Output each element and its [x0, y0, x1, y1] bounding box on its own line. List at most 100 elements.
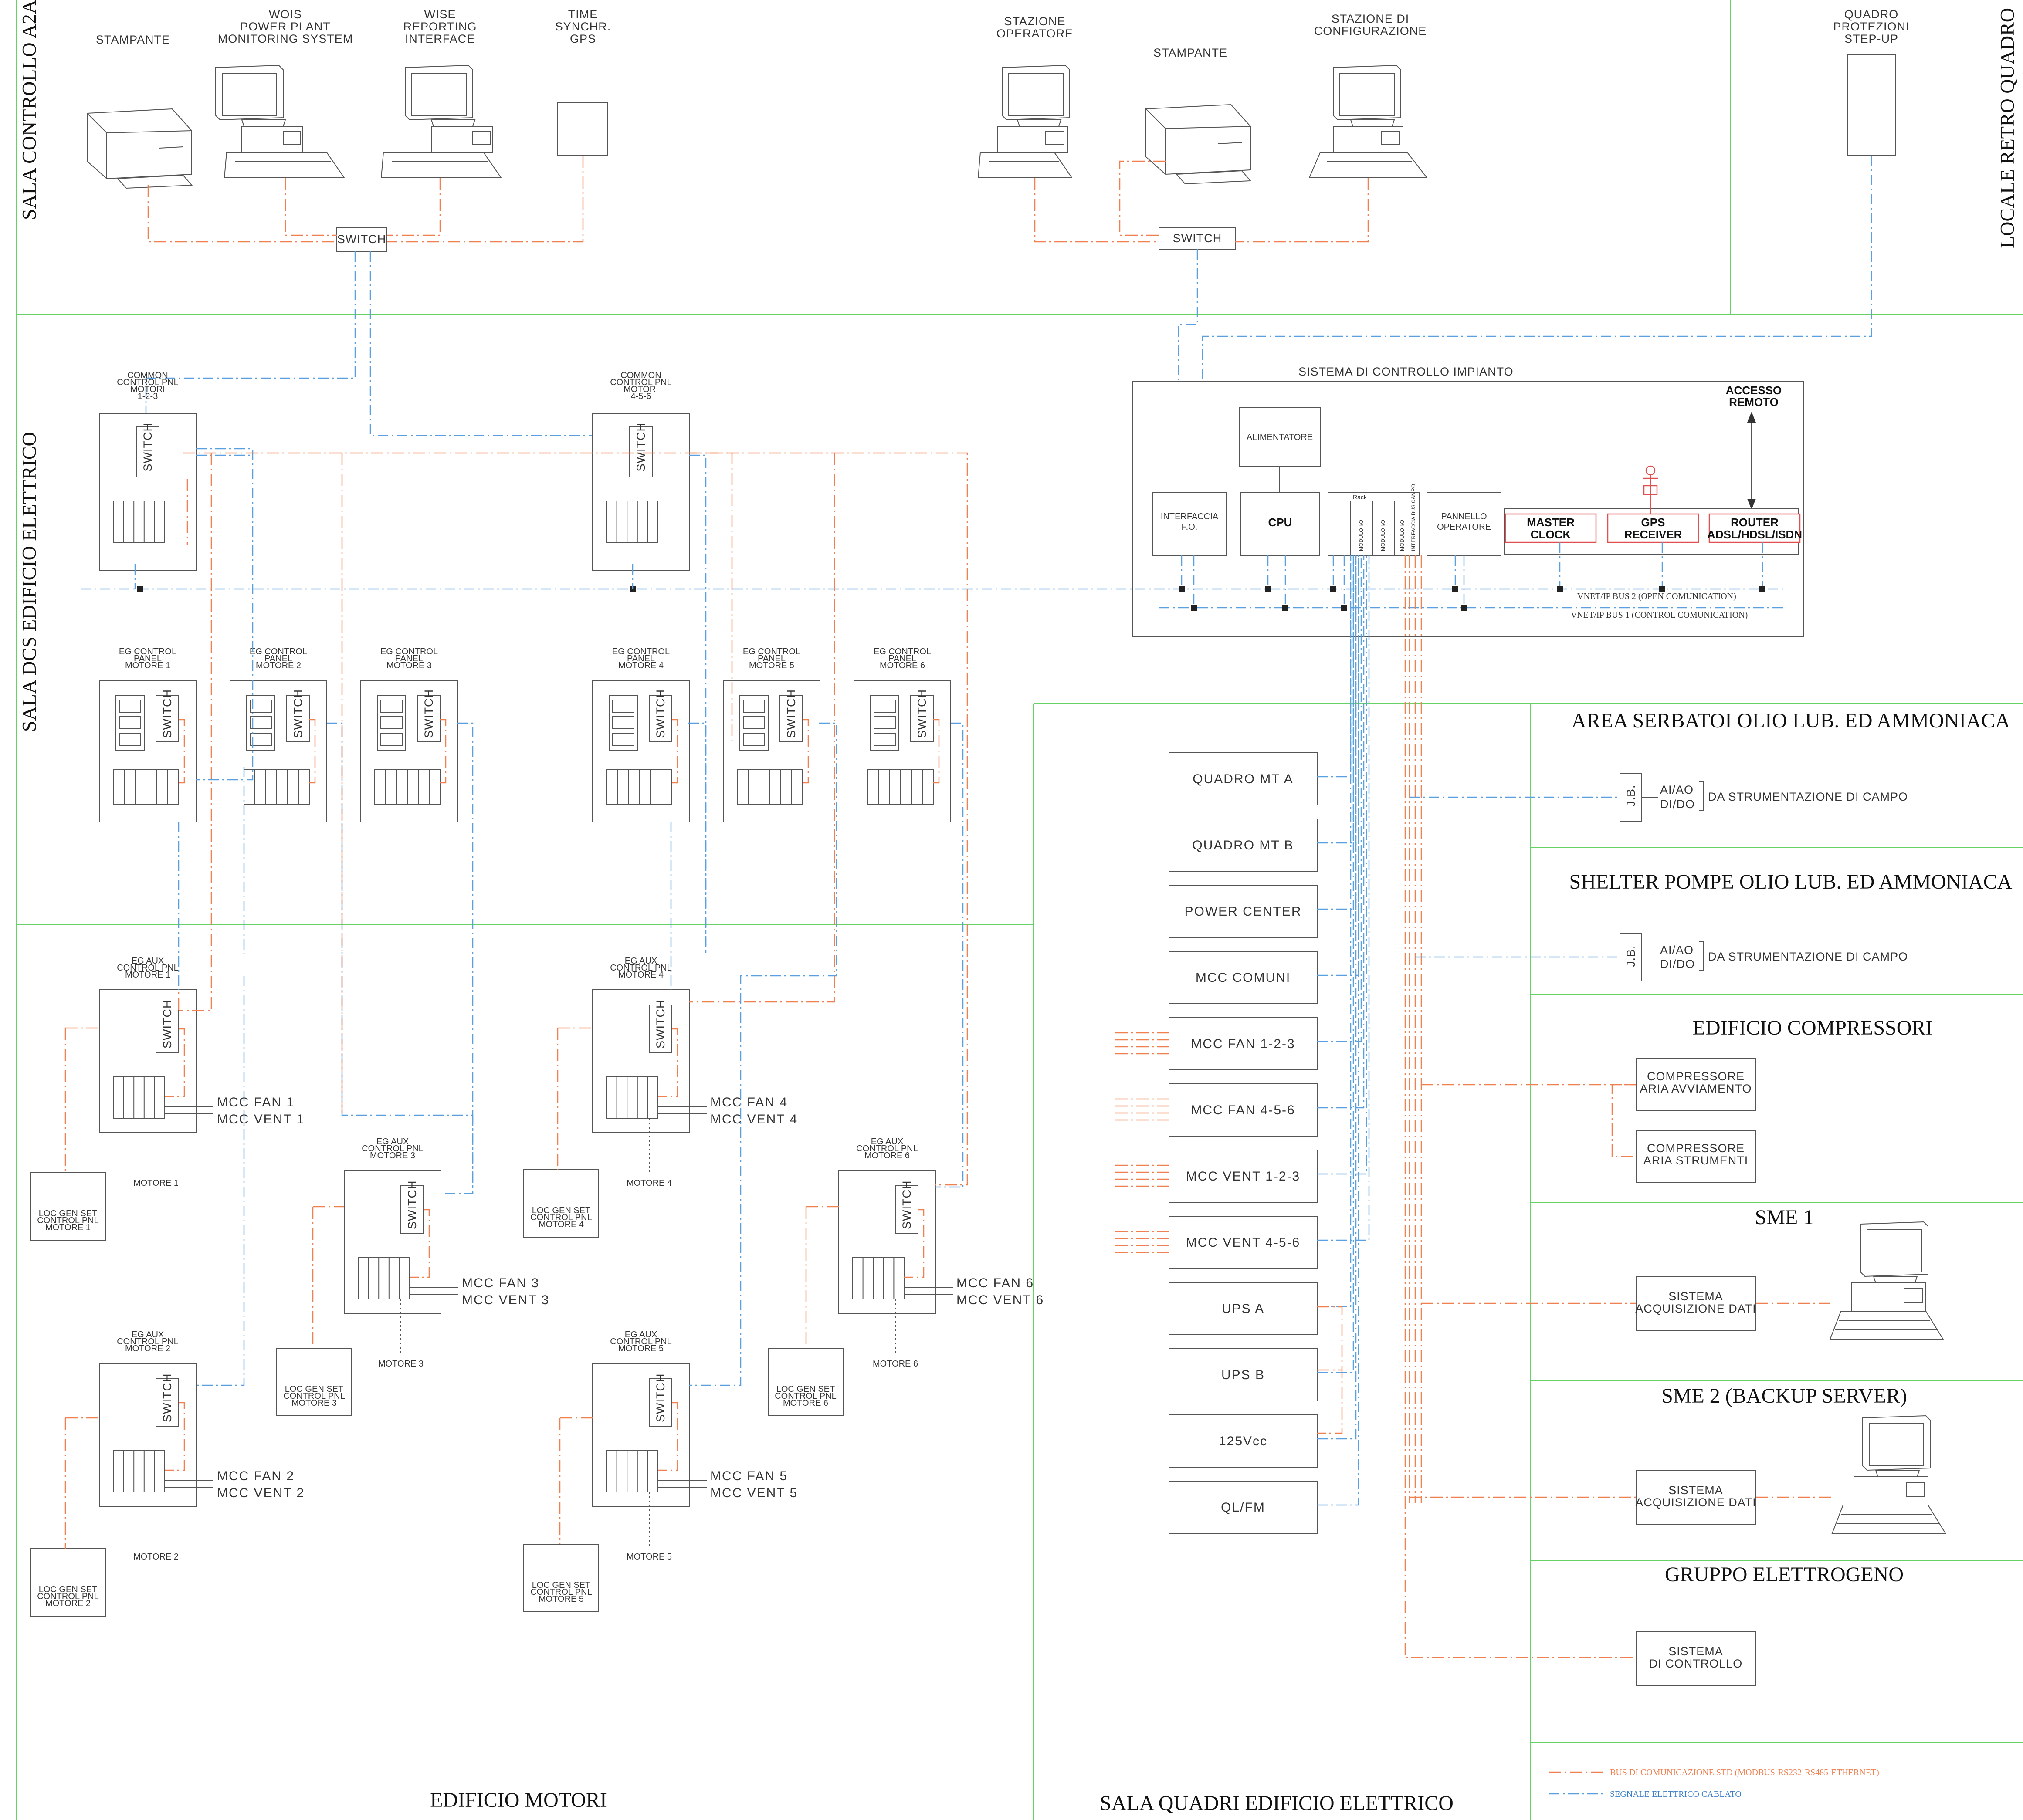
zone-title-edificio-motori: EDIFICIO MOTORI [430, 1789, 607, 1812]
mcc-fan-label: MCC FAN 5 [710, 1469, 788, 1483]
mcc-fan-label: MCC FAN 6 [956, 1276, 1034, 1290]
panel-label: MOTORE 6 [880, 661, 925, 670]
eg-aux-panel: SWITCHEG AUXCONTROL PNLMOTORE 3MOTORE 3M… [344, 1137, 549, 1369]
switchgear-label: MCC VENT 1-2-3 [1186, 1169, 1301, 1184]
panel-label: 1-2-3 [138, 392, 158, 401]
rack-module-label: INTERFACCIA BUS CAMPO [1410, 484, 1416, 551]
switch-box: SWITCH [400, 1181, 424, 1234]
switch-box: SWITCH [649, 1000, 672, 1053]
rack-module-label: MODULO I/O [1380, 520, 1386, 551]
io-rack [113, 1076, 165, 1119]
panel-label: MOTORE 1 [125, 970, 170, 980]
switch-box: SWITCH [649, 1373, 672, 1427]
common-control-panel: SWITCHCOMMONCONTROL PNLMOTORI4-5-6 [592, 371, 690, 571]
bus-connector [1557, 586, 1563, 592]
panel-label: 4-5-6 [631, 392, 651, 401]
sme2-label-1: SISTEMA [1668, 1484, 1723, 1497]
switch-label: SWITCH [422, 689, 435, 738]
switch-box: SWITCH [629, 423, 653, 477]
loc-gen-set-panel: LOC GEN SETCONTROL PNLMOTORE 2 [30, 1548, 106, 1617]
switch-label: SWITCH [141, 423, 154, 471]
panel-label: MOTORE 3 [386, 661, 432, 670]
comp-str-label-2: ARIA STRUMENTI [1643, 1154, 1749, 1167]
common-control-panel: SWITCHCOMMONCONTROL PNLMOTORI1-2-3 [99, 371, 197, 571]
eg-aux-panel: SWITCHEG AUXCONTROL PNLMOTORE 4MOTORE 4M… [592, 956, 798, 1188]
switch-label: SWITCH [634, 423, 647, 471]
cpu-label: CPU [1268, 516, 1292, 529]
printer-label-2: STAMPANTE [1153, 46, 1227, 59]
zone-borders [16, 0, 2023, 1820]
printer-icon [87, 108, 193, 189]
zone-title-edificio-compressori: EDIFICIO COMPRESSORI [1693, 1016, 1933, 1039]
bus-connector [137, 586, 143, 592]
workstation-icon [1829, 1221, 1944, 1340]
stazione-op-label-2: OPERATORE [996, 27, 1073, 40]
accesso-label-1: ACCESSO [1726, 384, 1782, 397]
eg-control-panel: SWITCHEG CONTROLPANELMOTORE 1 [99, 647, 197, 822]
rack-module-label: MODULO I/O [1399, 520, 1405, 551]
wire [1317, 555, 1359, 1506]
comp-str-label-1: COMPRESSORE [1647, 1142, 1745, 1155]
switchgear-label: POWER CENTER [1184, 904, 1301, 919]
dcs-system: SISTEMA DI CONTROLLO IMPIANTO ACCESSO RE… [1132, 365, 1804, 637]
motore-label: MOTORE 6 [873, 1359, 918, 1369]
zone-title-area-serbatoi: AREA SERBATOI OLIO LUB. ED AMMONIACA [1571, 709, 2010, 732]
quadro-label-1: QUADRO [1844, 8, 1899, 21]
quadro-protezioni-box [1847, 54, 1896, 156]
strumentazione-label: DA STRUMENTAZIONE DI CAMPO [1708, 950, 1908, 963]
mcc-vent-label: MCC VENT 2 [217, 1486, 305, 1500]
switch-box: SWITCH [779, 689, 803, 742]
panel-label: MOTORE 4 [539, 1220, 584, 1229]
eg-aux-panel: SWITCHEG AUXCONTROL PNLMOTORE 2MOTORE 2M… [99, 1330, 305, 1562]
master-clock-label-1: MASTER [1527, 516, 1575, 529]
switch-box: SWITCH [649, 689, 672, 742]
switch-label: SWITCH [161, 1000, 174, 1049]
loc-gen-set-panel: LOC GEN SETCONTROL PNLMOTORE 5 [523, 1544, 599, 1612]
bus-connector [1282, 605, 1288, 611]
switch-box: SWITCH [136, 423, 159, 477]
dido-label: DI/DO [1660, 798, 1695, 811]
sme1-label-2: ACQUISIZIONE DATI [1635, 1302, 1756, 1315]
gps-label-1: GPS [1641, 516, 1665, 529]
sistema-ctrl-label-2: DI CONTROLLO [1649, 1657, 1743, 1670]
eg-control-panel: SWITCHEG CONTROLPANELMOTORE 6 [854, 647, 951, 822]
panel-label: MOTORE 2 [256, 661, 301, 670]
wise-label-3: INTERFACE [405, 32, 475, 45]
switch-box: SWITCH [286, 689, 310, 742]
switch-label: SWITCH [1173, 232, 1222, 245]
legend-bus-label: BUS DI COMUNICAZIONE STD (MODBUS-RS232-R… [1610, 1768, 1879, 1777]
eg-aux-panel: SWITCHEG AUXCONTROL PNLMOTORE 5MOTORE 5M… [592, 1330, 798, 1562]
comp-avv-label-2: ARIA AVVIAMENTO [1640, 1082, 1752, 1095]
wois-label-2: POWER PLANT [240, 20, 331, 33]
wire [1317, 555, 1365, 1109]
switch-box: SWITCH [156, 1000, 179, 1053]
mcc-vent-label: MCC VENT 5 [710, 1486, 798, 1500]
eg-control-panel: SWITCHEG CONTROLPANELMOTORE 2 [230, 647, 327, 822]
wise-label-2: REPORTING [403, 20, 477, 33]
quadro-label-3: STEP-UP [1844, 32, 1898, 45]
loc-gen-set-panel: LOC GEN SETCONTROL PNLMOTORE 3 [276, 1348, 352, 1416]
mcc-vent-label: MCC VENT 4 [710, 1112, 798, 1127]
wire [196, 976, 245, 1386]
switch-box: SWITCH [156, 1373, 179, 1427]
bus1-label: VNET/IP BUS 1 (CONTROL COMUNICATION) [1571, 610, 1748, 620]
workstation-icon [1831, 1415, 1946, 1534]
switchgear-label: UPS B [1221, 1368, 1265, 1382]
panel-label: MOTORE 6 [864, 1151, 910, 1160]
panel-label: MOTORE 6 [783, 1398, 828, 1408]
master-clock-label-2: CLOCK [1531, 528, 1571, 541]
quadro-label-2: PROTEZIONI [1833, 20, 1909, 33]
panel-label: MOTORE 4 [618, 970, 664, 980]
motore-label: MOTORE 2 [133, 1552, 179, 1562]
jb-label: J.B. [1624, 785, 1637, 807]
bus-connector [1452, 586, 1458, 592]
zone-title-sala-controllo: SALA CONTROLLO A2A [18, 0, 40, 220]
bus-connector [1341, 605, 1347, 611]
io-rack [852, 1257, 905, 1299]
bus-connector [1759, 586, 1765, 592]
mcc-fan-label: MCC FAN 2 [217, 1469, 295, 1483]
interfaccia-label-2: F.O. [1182, 522, 1198, 532]
motore-label: MOTORE 5 [627, 1552, 672, 1562]
field-areas: J.B. AI/AO DI/DO DA STRUMENTAZIONE DI CA… [1611, 773, 1946, 1686]
bus-connector [1191, 605, 1197, 611]
